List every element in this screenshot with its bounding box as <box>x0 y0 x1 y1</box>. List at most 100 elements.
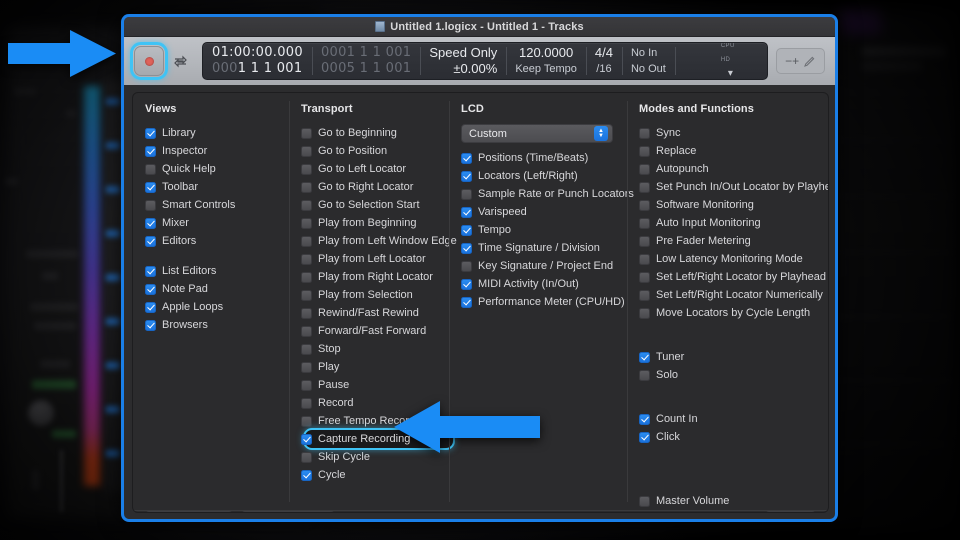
checkbox-row-auto-input-monitoring[interactable]: Auto Input Monitoring <box>639 214 828 232</box>
checkbox-inspector[interactable] <box>145 146 156 157</box>
checkbox-row-quick-help[interactable]: Quick Help <box>145 160 289 178</box>
checkbox-row-library[interactable]: Library <box>145 124 289 142</box>
checkbox-go-to-left-locator[interactable] <box>301 164 312 175</box>
checkbox-tuner[interactable] <box>639 352 650 363</box>
checkbox-row-tempo[interactable]: Tempo <box>461 221 627 239</box>
checkbox-row-software-monitoring[interactable]: Software Monitoring <box>639 196 828 214</box>
revert-button[interactable]: Revert <box>765 511 816 513</box>
checkbox-apple-loops[interactable] <box>145 302 156 313</box>
checkbox-time-signature-division[interactable] <box>461 243 472 254</box>
checkbox-row-list-editors[interactable]: List Editors <box>145 262 289 280</box>
checkbox-row-varispeed[interactable]: Varispeed <box>461 203 627 221</box>
checkbox-row-performance-meter-cpu-hd[interactable]: Performance Meter (CPU/HD) <box>461 293 627 311</box>
cycle-repeat-icon[interactable] <box>168 48 192 74</box>
checkbox-pause[interactable] <box>301 380 312 391</box>
checkbox-cycle[interactable] <box>301 470 312 481</box>
lcd-varispeed-section[interactable]: Speed Only ±0.00% <box>420 43 506 79</box>
checkbox-low-latency-monitoring-mode[interactable] <box>639 254 650 265</box>
checkbox-row-set-left-right-locator-by-playhead[interactable]: Set Left/Right Locator by Playhead <box>639 268 828 286</box>
checkbox-play-from-right-locator[interactable] <box>301 272 312 283</box>
checkbox-row-sync[interactable]: Sync <box>639 124 828 142</box>
checkbox-forward-fast-forward[interactable] <box>301 326 312 337</box>
checkbox-autopunch[interactable] <box>639 164 650 175</box>
checkbox-row-play-from-right-locator[interactable]: Play from Right Locator <box>301 268 449 286</box>
checkbox-go-to-position[interactable] <box>301 146 312 157</box>
checkbox-skip-cycle[interactable] <box>301 452 312 463</box>
checkbox-key-signature-project-end[interactable] <box>461 261 472 272</box>
checkbox-quick-help[interactable] <box>145 164 156 175</box>
checkbox-row-low-latency-monitoring-mode[interactable]: Low Latency Monitoring Mode <box>639 250 828 268</box>
checkbox-row-go-to-beginning[interactable]: Go to Beginning <box>301 124 449 142</box>
checkbox-go-to-right-locator[interactable] <box>301 182 312 193</box>
checkbox-row-time-signature-division[interactable]: Time Signature / Division <box>461 239 627 257</box>
checkbox-count-in[interactable] <box>639 414 650 425</box>
checkbox-row-replace[interactable]: Replace <box>639 142 828 160</box>
checkbox-row-master-volume[interactable]: Master Volume <box>639 492 828 510</box>
checkbox-row-play-from-beginning[interactable]: Play from Beginning <box>301 214 449 232</box>
checkbox-row-go-to-right-locator[interactable]: Go to Right Locator <box>301 178 449 196</box>
checkbox-row-locators-left-right[interactable]: Locators (Left/Right) <box>461 167 627 185</box>
checkbox-smart-controls[interactable] <box>145 200 156 211</box>
checkbox-midi-activity-in-out[interactable] <box>461 279 472 290</box>
checkbox-row-midi-activity-in-out[interactable]: MIDI Activity (In/Out) <box>461 275 627 293</box>
checkbox-set-punch-in-out-locator-by-playhead[interactable] <box>639 182 650 193</box>
checkbox-row-stop[interactable]: Stop <box>301 340 449 358</box>
checkbox-row-go-to-position[interactable]: Go to Position <box>301 142 449 160</box>
lcd-tempo-section[interactable]: 120.0000 Keep Tempo <box>506 43 586 79</box>
checkbox-go-to-beginning[interactable] <box>301 128 312 139</box>
checkbox-auto-input-monitoring[interactable] <box>639 218 650 229</box>
checkbox-row-note-pad[interactable]: Note Pad <box>145 280 289 298</box>
checkbox-performance-meter-cpu-hd[interactable] <box>461 297 472 308</box>
checkbox-mixer[interactable] <box>145 218 156 229</box>
checkbox-play-from-left-locator[interactable] <box>301 254 312 265</box>
lcd-signature-section[interactable]: 4/4 /16 <box>586 43 622 79</box>
checkbox-click[interactable] <box>639 432 650 443</box>
checkbox-row-go-to-selection-start[interactable]: Go to Selection Start <box>301 196 449 214</box>
checkbox-editors[interactable] <box>145 236 156 247</box>
checkbox-sync[interactable] <box>639 128 650 139</box>
checkbox-set-left-right-locator-numerically[interactable] <box>639 290 650 301</box>
checkbox-play-from-selection[interactable] <box>301 290 312 301</box>
checkbox-solo[interactable] <box>639 370 650 381</box>
checkbox-row-sample-rate-or-punch-locators[interactable]: Sample Rate or Punch Locators <box>461 185 627 203</box>
checkbox-row-play-from-left-window-edge[interactable]: Play from Left Window Edge <box>301 232 449 250</box>
zoom-and-tool-controls[interactable]: −+ <box>776 48 825 74</box>
checkbox-master-volume[interactable] <box>639 496 650 507</box>
checkbox-row-click[interactable]: Click <box>639 428 828 446</box>
checkbox-row-go-to-left-locator[interactable]: Go to Left Locator <box>301 160 449 178</box>
checkbox-play[interactable] <box>301 362 312 373</box>
apply-defaults-button[interactable]: Apply Defaults <box>145 511 233 513</box>
checkbox-row-tuner[interactable]: Tuner <box>639 348 828 366</box>
updown-chevrons-icon[interactable]: ▲▼ <box>594 126 608 141</box>
checkbox-rewind-fast-rewind[interactable] <box>301 308 312 319</box>
record-button[interactable] <box>134 46 164 76</box>
checkbox-row-rewind-fast-rewind[interactable]: Rewind/Fast Rewind <box>301 304 449 322</box>
checkbox-free-tempo-recording[interactable] <box>301 416 312 427</box>
checkbox-row-pre-fader-metering[interactable]: Pre Fader Metering <box>639 232 828 250</box>
checkbox-row-positions-time-beats[interactable]: Positions (Time/Beats) <box>461 149 627 167</box>
lcd-display[interactable]: 01:00:00.000 0001 1 1 001 0001 1 1 001 0… <box>202 42 768 80</box>
checkbox-browsers[interactable] <box>145 320 156 331</box>
checkbox-stop[interactable] <box>301 344 312 355</box>
checkbox-row-play[interactable]: Play <box>301 358 449 376</box>
checkbox-row-set-left-right-locator-numerically[interactable]: Set Left/Right Locator Numerically <box>639 286 828 304</box>
checkbox-row-key-signature-project-end[interactable]: Key Signature / Project End <box>461 257 627 275</box>
checkbox-row-autopunch[interactable]: Autopunch <box>639 160 828 178</box>
checkbox-row-toolbar[interactable]: Toolbar <box>145 178 289 196</box>
lcd-locators-section[interactable]: 0001 1 1 001 0005 1 1 001 <box>312 43 420 79</box>
checkbox-software-monitoring[interactable] <box>639 200 650 211</box>
checkbox-row-pause[interactable]: Pause <box>301 376 449 394</box>
chevron-down-icon[interactable]: ▾ <box>728 68 733 79</box>
checkbox-sample-rate-or-punch-locators[interactable] <box>461 189 472 200</box>
checkbox-row-play-from-selection[interactable]: Play from Selection <box>301 286 449 304</box>
checkbox-tempo[interactable] <box>461 225 472 236</box>
checkbox-varispeed[interactable] <box>461 207 472 218</box>
checkbox-pre-fader-metering[interactable] <box>639 236 650 247</box>
zoom-label[interactable]: −+ <box>785 54 799 68</box>
checkbox-library[interactable] <box>145 128 156 139</box>
checkbox-positions-time-beats[interactable] <box>461 153 472 164</box>
checkbox-row-inspector[interactable]: Inspector <box>145 142 289 160</box>
checkbox-go-to-selection-start[interactable] <box>301 200 312 211</box>
checkbox-replace[interactable] <box>639 146 650 157</box>
lcd-mode-popup[interactable]: Custom▲▼ <box>461 124 613 143</box>
